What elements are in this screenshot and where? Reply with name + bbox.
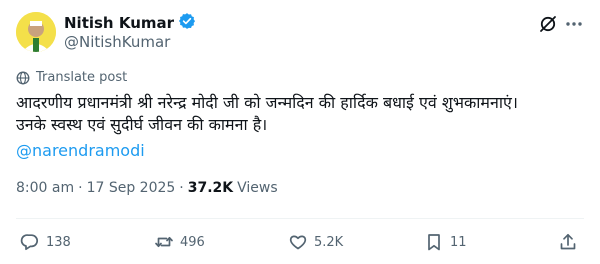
avatar-image <box>16 12 56 52</box>
meta-separator: · <box>179 180 184 196</box>
author-name-row: Nitish Kumar <box>64 12 196 34</box>
views-label: Views <box>237 180 278 196</box>
bookmark-icon <box>428 234 440 251</box>
divider <box>16 218 584 219</box>
avatar[interactable] <box>16 12 56 52</box>
mention-link[interactable]: @narendramodi <box>16 140 145 162</box>
post-time[interactable]: 8:00 am <box>16 180 74 196</box>
like-button[interactable]: 5.2K <box>288 228 343 256</box>
repost-count: 496 <box>180 234 205 250</box>
heart-icon <box>289 235 307 250</box>
bookmark-button[interactable]: 11 <box>424 228 467 256</box>
reply-count: 138 <box>46 234 71 250</box>
verified-badge-icon <box>178 12 196 34</box>
views-count: 37.2K <box>187 180 234 196</box>
post-text-line-2: उनके स्वस्थ एवं सुदीर्घ जीवन की कामना है… <box>16 115 268 134</box>
share-icon <box>560 233 576 250</box>
repost-icon <box>155 236 173 248</box>
post-text: आदरणीय प्रधानमंत्री श्री नरेन्द्र मोदी ज… <box>16 92 588 136</box>
post-meta: 8:00 am · 17 Sep 2025 · 37.2K Views <box>16 180 278 196</box>
reply-icon <box>20 234 38 251</box>
reply-button[interactable]: 138 <box>20 228 71 256</box>
bookmark-count: 11 <box>450 234 467 250</box>
like-count: 5.2K <box>314 234 344 250</box>
author-display-name[interactable]: Nitish Kumar <box>64 14 174 32</box>
globe-icon <box>16 71 30 84</box>
post-text-line-1: आदरणीय प्रधानमंत्री श्री नरेन्द्र मोदी ज… <box>16 93 518 112</box>
author-handle[interactable]: @NitishKumar <box>64 33 170 51</box>
share-button[interactable] <box>558 228 578 256</box>
translate-post-label: Translate post <box>36 70 128 85</box>
translate-post-link[interactable]: Translate post <box>16 70 127 85</box>
action-bar: 138 496 5.2K 11 <box>0 228 600 256</box>
more-options-icon[interactable] <box>564 14 584 34</box>
repost-button[interactable]: 496 <box>154 228 205 256</box>
grok-icon[interactable] <box>538 14 558 34</box>
meta-separator: · <box>78 180 83 196</box>
post-date[interactable]: 17 Sep 2025 <box>87 180 176 196</box>
